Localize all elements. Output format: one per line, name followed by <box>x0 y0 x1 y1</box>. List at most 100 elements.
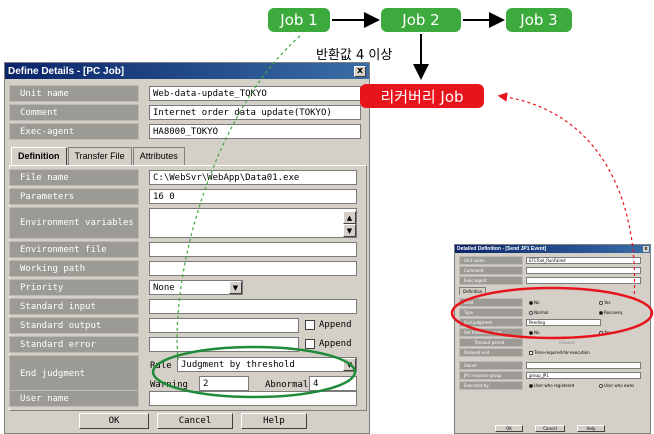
unit-name-field[interactable]: Web-data-update_TOKYO <box>149 86 361 101</box>
condition-label: 반환값 4 이상 <box>316 48 393 63</box>
close-button[interactable]: x <box>354 65 366 77</box>
mini-help-button[interactable]: Help <box>577 425 605 432</box>
job-3-box: Job 3 <box>506 8 572 32</box>
cancel-button[interactable]: Cancel <box>157 413 233 429</box>
mini-agent-row: Exec-agent <box>459 276 647 285</box>
job-1-box: Job 1 <box>268 8 330 32</box>
scroll-up-icon[interactable]: ▲ <box>343 211 356 224</box>
mini-title: Detailed Definition - [Send JP1 Event] <box>457 246 547 252</box>
parameters-field[interactable]: 16 0 <box>149 189 357 204</box>
env-file-field[interactable] <box>149 242 357 257</box>
mini-owner-field[interactable] <box>526 362 641 369</box>
warning-label: Warning <box>150 380 188 390</box>
exec-agent-field[interactable]: HA8000_TOKYO <box>149 124 361 139</box>
mini-resource-row: JP1 resource group group_JP1 <box>459 371 647 380</box>
dialog-titlebar: Define Details - [PC Job] x <box>5 63 369 79</box>
mini-type-normal[interactable]: Normal <box>529 310 548 315</box>
mini-executed-owner[interactable]: User who owns <box>599 383 634 388</box>
exec-agent-row: Exec-agent HA8000_TOKYO <box>9 123 365 140</box>
env-vars-label: Environment variables <box>9 207 139 239</box>
env-file-label: Environment file <box>9 241 139 258</box>
tab-definition[interactable]: Definition <box>11 147 67 165</box>
mini-hold-label: Hold <box>459 298 523 307</box>
mini-settimeout-yes[interactable]: Yes <box>599 330 610 335</box>
mini-timeout-unit: minutes <box>559 340 576 345</box>
mini-endjudge-label: End judgment <box>459 318 523 327</box>
mini-resource-field[interactable]: group_JP1 <box>526 372 641 379</box>
ok-button[interactable]: OK <box>79 413 149 429</box>
scroll-down-icon[interactable]: ▼ <box>343 224 356 237</box>
std-error-append-label: Append <box>319 339 352 349</box>
std-error-append-checkbox[interactable] <box>305 339 315 349</box>
tab-transfer-file[interactable]: Transfer File <box>67 147 132 165</box>
mini-unit-field[interactable]: ETCTool_RunFailed <box>526 257 641 264</box>
std-input-row: Standard input <box>9 298 365 315</box>
exec-agent-label: Exec-agent <box>9 123 139 140</box>
std-input-field[interactable] <box>149 299 357 314</box>
send-jp1-event-dialog: Detailed Definition - [Send JP1 Event] x… <box>454 244 651 434</box>
mini-delayed-label: Delayed end <box>459 348 523 357</box>
define-details-dialog: Define Details - [PC Job] x Unit name We… <box>4 62 370 434</box>
mini-type-recovery[interactable]: Recovery <box>599 310 623 315</box>
mini-settimeout-label: Set timeout period <box>459 328 523 337</box>
mini-ok-button[interactable]: OK <box>495 425 523 432</box>
std-output-append-checkbox[interactable] <box>305 320 315 330</box>
tab-attributes[interactable]: Attributes <box>132 147 185 165</box>
mini-unit-label: Unit name <box>459 256 523 265</box>
mini-tab-definition[interactable]: Definition <box>459 287 487 295</box>
help-button[interactable]: Help <box>241 413 307 429</box>
mini-hold-no[interactable]: No <box>529 300 539 305</box>
mini-delayed-check[interactable]: Time-required-for-execution <box>529 350 590 355</box>
warning-field[interactable]: 2 <box>199 376 249 391</box>
file-name-label: File name <box>9 169 139 186</box>
mini-owner-row: Owner <box>459 361 647 370</box>
parameters-row: Parameters 16 0 <box>9 188 365 205</box>
std-input-label: Standard input <box>9 298 139 315</box>
std-error-field[interactable] <box>149 337 299 352</box>
mini-cancel-button[interactable]: Cancel <box>535 425 565 432</box>
mini-resource-label: JP1 resource group <box>459 371 523 380</box>
file-name-row: File name C:\WebSvr\WebApp\Data01.exe <box>9 169 365 186</box>
user-name-field[interactable] <box>149 391 357 406</box>
comment-row: Comment Internet order data update(TOKYO… <box>9 104 365 121</box>
mini-executed-row: Executed by User who registered User who… <box>459 381 647 390</box>
working-path-field[interactable] <box>149 261 357 276</box>
parameters-label: Parameters <box>9 188 139 205</box>
mini-agent-field[interactable] <box>526 277 641 284</box>
mini-settimeout-row: Set timeout period No Yes <box>459 328 647 337</box>
mini-titlebar: Detailed Definition - [Send JP1 Event] x <box>455 245 650 253</box>
end-judgment-label: End judgment <box>9 355 139 393</box>
env-vars-row: Environment variables ▲ ▼ <box>9 207 365 239</box>
std-output-field[interactable] <box>149 318 299 333</box>
mini-executed-label: Executed by <box>459 381 523 390</box>
comment-label: Comment <box>9 104 139 121</box>
std-output-append-label: Append <box>319 320 352 330</box>
comment-field[interactable]: Internet order data update(TOKYO) <box>149 105 361 120</box>
mini-agent-label: Exec-agent <box>459 276 523 285</box>
mini-comment-field[interactable] <box>526 267 641 274</box>
abnormal-label: Abnormal <box>265 380 309 390</box>
mini-endjudge-select[interactable]: Pending <box>526 319 601 326</box>
mini-hold-yes[interactable]: Yes <box>599 300 610 305</box>
mini-timeout-label: Timeout period <box>459 338 523 347</box>
mini-hold-row: Hold No Yes <box>459 298 647 307</box>
file-name-field[interactable]: C:\WebSvr\WebApp\Data01.exe <box>149 170 357 185</box>
mini-owner-label: Owner <box>459 361 523 370</box>
end-judgment-row: End judgment Rule Judgment by threshold … <box>9 355 365 393</box>
rule-label: Rule <box>150 361 172 371</box>
mini-settimeout-no[interactable]: No <box>529 330 539 335</box>
std-output-row: Standard output Append <box>9 317 365 334</box>
mini-executed-registered[interactable]: User who registered <box>529 383 574 388</box>
env-vars-field[interactable] <box>149 208 357 238</box>
tab-strip: Definition Transfer File Attributes <box>11 147 186 165</box>
unit-name-label: Unit name <box>9 85 139 102</box>
rule-dropdown-icon[interactable]: ▼ <box>343 358 356 371</box>
mini-close-button[interactable]: x <box>643 246 649 252</box>
working-path-label: Working path <box>9 260 139 277</box>
rule-select[interactable]: Judgment by threshold <box>177 357 357 372</box>
abnormal-field[interactable]: 4 <box>309 376 357 391</box>
working-path-row: Working path <box>9 260 365 277</box>
mini-endjudge-row: End judgment Pending <box>459 318 647 327</box>
unit-name-row: Unit name Web-data-update_TOKYO <box>9 85 365 102</box>
priority-dropdown-icon[interactable]: ▼ <box>229 281 242 294</box>
